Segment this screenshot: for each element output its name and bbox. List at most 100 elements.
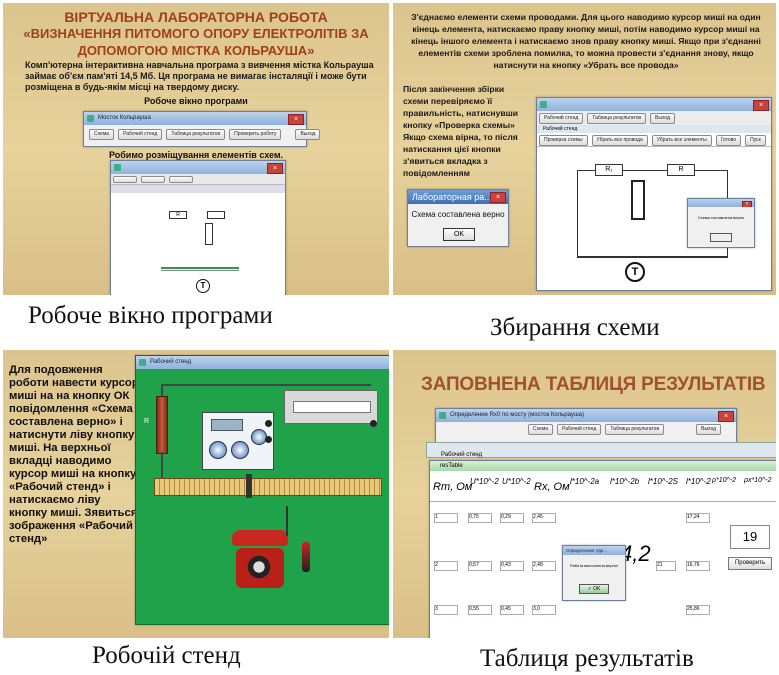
caption-working-window: Робоче вікно програми [28,302,273,329]
work-stand-button[interactable]: Рабочий стенд [557,424,602,435]
close-icon[interactable]: × [490,192,506,203]
resistor-r1: R₁ [595,164,623,176]
assembly-window-titlebar: × [537,98,771,111]
close-icon[interactable]: × [288,114,304,125]
rheostat [156,396,168,454]
caption-work-stand: Робочій стенд [92,642,241,669]
resistor-vertical [631,180,645,220]
cell[interactable]: 0,75 [468,513,492,523]
remove-elements-button[interactable]: Убрать все элементы [651,135,712,146]
terminal[interactable] [265,436,272,443]
results-table-button[interactable]: Таблица результатов [605,424,665,435]
panel1-title-line2: «ВИЗНАЧЕННЯ ПИТОМОГО ОПОРУ ЕЛЕКТРОЛІТІВ … [23,26,369,41]
work-stand-window: Рабочий стенд R [135,355,389,625]
dialog-titlebar: Лабораторная ра... × [408,190,508,204]
close-icon[interactable]: × [718,411,734,422]
results-table-button[interactable]: Таблица результатов [166,129,226,140]
result-dialog: Определение Удe... Работа выполнена верн… [562,545,626,601]
table-row: 1 0,75 0,29 2,45 17,24 [430,507,776,547]
toolbar-btn[interactable] [141,176,165,183]
cell[interactable]: 0,57 [468,561,492,571]
start-button[interactable]: Пуск [745,135,766,146]
cell[interactable]: 0,29 [500,513,524,523]
galvanometer [284,390,378,424]
phone-icon [232,530,288,546]
done-button[interactable]: Готово [715,135,742,146]
small-dialog-ok[interactable] [710,233,732,242]
panel1-label-placement: Робимо розміщування елементів схем. [108,150,284,160]
bridge-ruler[interactable] [154,478,382,496]
cell[interactable]: 3 [434,605,458,615]
work-stand-button[interactable]: Рабочий стенд [118,129,163,140]
close-icon[interactable]: × [267,163,283,174]
bridge-slider[interactable] [246,474,252,498]
bridge-wire [577,256,728,258]
work-stand-tab-bar: Рабочий стенд [426,442,776,458]
col-header: Rm, Ом [433,481,473,493]
tab-work-stand[interactable]: Рабочий стенд [537,125,771,133]
remove-wires-button[interactable]: Убрать все провода [591,135,648,146]
resistor-r: R [169,211,187,219]
scheme-button[interactable]: Схема [89,129,115,140]
cell[interactable]: 2,48 [532,561,556,571]
col-header: U*10^-2 [470,477,499,486]
exit-button[interactable]: Выход [650,113,676,124]
app-icon [87,115,94,122]
small-dialog: × Схема составлена верно [687,198,755,248]
work-stand-titlebar: Рабочий стенд [136,356,389,369]
results-table-button[interactable]: Таблица результатов [587,113,647,124]
terminal[interactable] [370,420,377,427]
cell[interactable]: 0,45 [500,605,524,615]
col-header: ρ*10^-2 [712,477,737,484]
check-scheme-button[interactable]: Проверка схемы [539,135,588,146]
knob[interactable] [209,441,227,459]
close-icon[interactable]: × [753,100,769,111]
exit-button[interactable]: Выход [696,424,722,435]
toolbar-btn[interactable] [113,176,137,183]
knob[interactable] [231,441,249,459]
check-work-button[interactable]: Проверить работу [229,129,282,140]
phone-dial [246,554,272,580]
answer-field[interactable]: 19 [730,525,770,549]
panel1-description: Комп'ютерна інтерактивна навчальна прогр… [25,60,374,92]
dialog-message: Схема составлена верно [411,210,505,219]
check-button[interactable]: Проверить [728,557,772,570]
grid-header-row: Rm, Ом U*10^-2 U*10^-2 Rx, Ом l*10^-2а l… [430,471,776,502]
mini-window-titlebar: Мосток Кольрауша × [84,112,306,125]
terminal[interactable] [265,420,272,427]
scheme-letter: T [625,262,645,282]
work-stand-button[interactable]: Рабочий стенд [539,113,584,124]
cell[interactable]: 0,55 [468,605,492,615]
cell[interactable]: 2,45 [532,513,556,523]
scheme-button[interactable]: Схема [528,424,554,435]
phone-base [236,548,284,588]
panel4-title: ЗАПОВНЕНА ТАБЛИЦЯ РЕЗУЛЬТАТІВ [421,374,766,395]
panel3-text: Для подовження роботи навести курсор миш… [9,364,139,545]
scheme-window: × R T [110,160,286,295]
results-window-titlebar: Определение Rx0 по мосту (мосток Кольрау… [436,409,736,422]
cell[interactable]: 3,0 [532,605,556,615]
cell[interactable]: 21 [656,561,676,571]
cell[interactable]: 17,24 [686,513,710,523]
tab-work-stand[interactable]: Рабочий стенд [427,452,482,458]
resistor-right [207,211,225,219]
cell[interactable]: 1 [434,513,458,523]
result-dialog-ok[interactable]: ✓ OK [579,584,609,594]
close-icon[interactable]: × [742,201,752,207]
exit-button[interactable]: Выход [295,129,321,140]
tab-strip [111,185,285,193]
dialog-ok-button[interactable]: OK [443,228,475,241]
cell[interactable]: 0,43 [500,561,524,571]
results-grid-window: resTable Rm, Ом U*10^-2 U*10^-2 Rx, Ом l… [429,460,776,638]
cell[interactable]: 16,76 [686,561,710,571]
toolbar-btn[interactable] [169,176,193,183]
panel-results-table: ЗАПОВНЕНА ТАБЛИЦЯ РЕЗУЛЬТАТІВ Определени… [393,350,776,638]
results-program-window: Определение Rx0 по мосту (мосток Кольрау… [435,408,737,446]
mini-program-window: Мосток Кольрауша × Схема Рабочий стенд Табл… [83,111,321,147]
col-header: ρx*10^-2 [744,477,772,484]
panel1-label-window: Робоче вікно програми [144,96,248,106]
panel2-side-text: Після закінчення збірки схеми перевіряєм… [403,84,519,178]
panel-circuit-assembly: З'єднаємо елементи схеми проводами. Для … [393,3,776,295]
cell[interactable]: 2 [434,561,458,571]
cell[interactable]: 25,86 [686,605,710,615]
